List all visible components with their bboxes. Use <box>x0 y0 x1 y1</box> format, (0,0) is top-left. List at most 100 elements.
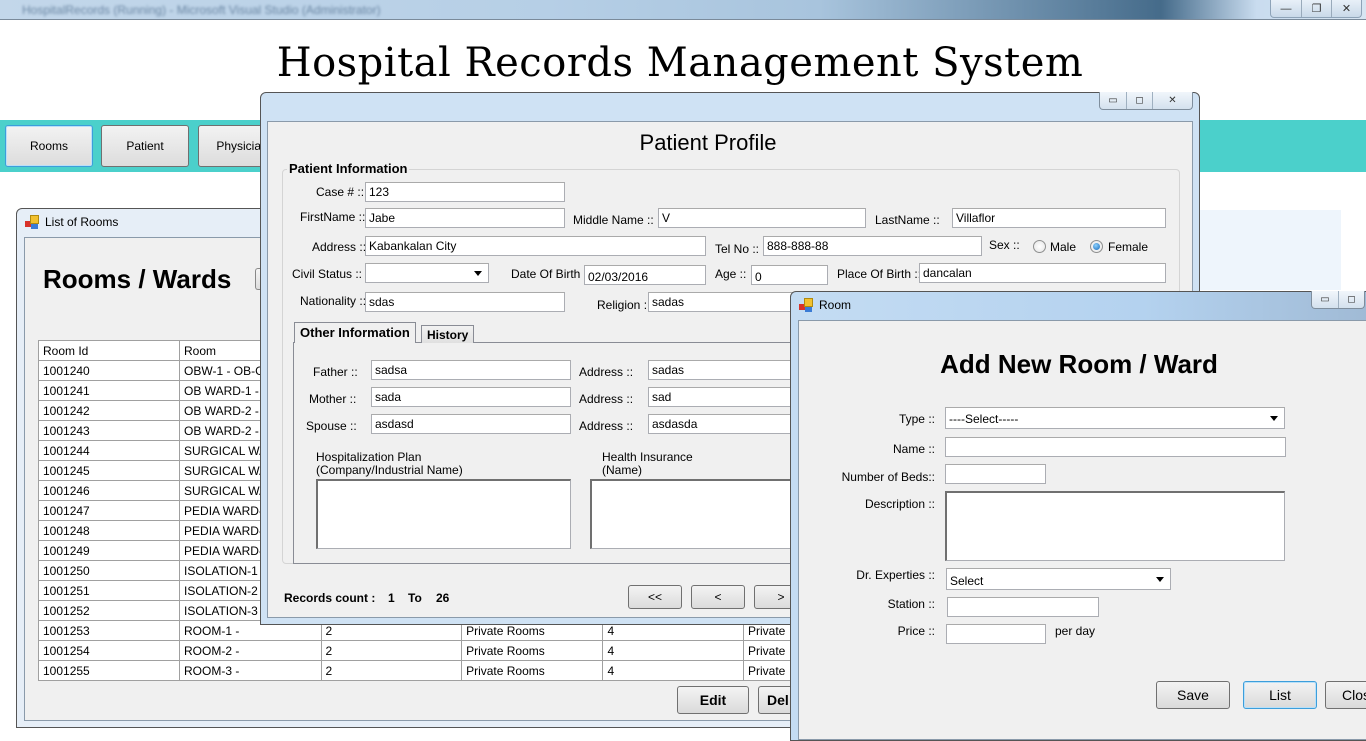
chevron-down-icon <box>474 271 482 276</box>
health-insurance-label: Health Insurance <box>602 450 693 464</box>
restore-icon[interactable]: ◻ <box>1126 92 1152 109</box>
table-cell: 1001252 <box>37 600 181 621</box>
table-cell: 1001253 <box>37 620 181 641</box>
case-field[interactable]: 123 <box>365 182 565 202</box>
hospitalization-plan-label: Hospitalization Plan <box>316 450 422 464</box>
station-label: Station :: <box>887 597 935 611</box>
pob-label: Place Of Birth :: <box>837 267 922 281</box>
middlename-field[interactable]: V <box>658 208 866 228</box>
sex-label: Sex :: <box>989 238 1020 252</box>
minimize-icon[interactable]: ▭ <box>1312 291 1338 308</box>
mother-address-field[interactable]: sad <box>648 387 808 407</box>
station-field[interactable] <box>947 597 1099 617</box>
telno-field[interactable]: 888-888-88 <box>763 236 982 256</box>
close-icon[interactable]: ✕ <box>1331 0 1361 17</box>
lastname-field[interactable]: Villaflor <box>952 208 1166 228</box>
father-field[interactable]: sadsa <box>371 360 571 380</box>
mother-field[interactable]: sada <box>371 387 571 407</box>
price-field[interactable] <box>946 624 1046 644</box>
male-label[interactable]: Male <box>1050 240 1076 254</box>
case-label: Case # :: <box>316 185 365 199</box>
hospitalization-plan-textarea[interactable] <box>316 479 571 549</box>
type-value: ----Select----- <box>949 412 1019 426</box>
table-cell: 1001243 <box>37 420 181 441</box>
os-window-controls: — ❐ ✕ <box>1270 0 1362 18</box>
religion-label: Religion :: <box>597 298 651 312</box>
table-cell: 1001250 <box>37 560 181 581</box>
address-field[interactable]: Kabankalan City <box>365 236 706 256</box>
edit-button[interactable]: Edit <box>677 686 749 714</box>
app-title: Hospital Records Management System <box>276 40 1084 86</box>
window-controls: ▭ ◻ <box>1311 291 1365 309</box>
column-header[interactable]: Room Id <box>37 340 181 361</box>
table-cell: Private <box>743 660 794 681</box>
window-titlebar: List of Rooms <box>25 215 118 229</box>
minimize-icon[interactable]: — <box>1271 0 1301 17</box>
table-cell: Private Rooms <box>461 660 604 681</box>
first-record-button[interactable]: << <box>628 585 682 609</box>
description-textarea[interactable] <box>945 491 1285 561</box>
table-cell: 1001247 <box>37 500 181 521</box>
table-row[interactable]: 1001255 ROOM-3 -2 Private Rooms 4 Private <box>37 660 794 681</box>
address-label: Address :: <box>312 240 367 254</box>
nav-patient-button[interactable]: Patient <box>101 125 189 167</box>
nationality-field[interactable]: sdas <box>365 292 565 312</box>
os-window-title: HospitalRecords (Running) - Microsoft Vi… <box>22 3 381 17</box>
window-title: List of Rooms <box>45 215 119 229</box>
name-field[interactable] <box>945 437 1286 457</box>
previous-record-button[interactable]: < <box>691 585 745 609</box>
spouse-address-field[interactable]: asdasda <box>648 414 808 434</box>
table-cell: 1001240 <box>37 360 181 381</box>
spouse-address-label: Address :: <box>579 419 634 433</box>
restore-icon[interactable]: ◻ <box>1338 291 1364 308</box>
spouse-field[interactable]: asdasd <box>371 414 571 434</box>
female-label[interactable]: Female <box>1108 240 1148 254</box>
list-button[interactable]: List <box>1243 681 1317 709</box>
table-cell: ROOM-2 - <box>179 640 322 661</box>
minimize-icon[interactable]: ▭ <box>1100 92 1126 109</box>
save-button[interactable]: Save <box>1156 681 1230 709</box>
tab-other-information[interactable]: Other Information <box>294 322 416 343</box>
expertise-label: Dr. Experties :: <box>856 568 935 582</box>
firstname-label: FirstName :: <box>300 210 366 224</box>
expertise-select[interactable]: Select <box>946 568 1171 590</box>
health-insurance-textarea[interactable] <box>590 479 810 549</box>
health-insurance-sublabel: (Name) <box>602 463 643 477</box>
age-field[interactable]: 0 <box>751 265 828 285</box>
religion-field[interactable]: sadas <box>648 292 808 312</box>
tab-history[interactable]: History <box>421 325 475 343</box>
pob-field[interactable]: dancalan <box>919 263 1166 283</box>
room-form-title: Add New Room / Ward <box>940 349 1218 379</box>
female-radio[interactable] <box>1090 240 1103 253</box>
table-cell: Private <box>743 640 794 661</box>
restore-icon[interactable]: ❐ <box>1301 0 1331 17</box>
type-select[interactable]: ----Select----- <box>945 407 1285 429</box>
records-from: 1 <box>388 591 395 605</box>
middlename-label: Middle Name :: <box>573 213 654 227</box>
close-icon[interactable]: ✕ <box>1152 92 1192 109</box>
lastname-label: LastName :: <box>875 213 940 227</box>
records-total: 26 <box>436 591 450 605</box>
firstname-field[interactable]: Jabe <box>365 208 565 228</box>
table-cell: 1001251 <box>37 580 181 601</box>
father-address-field[interactable]: sadas <box>648 360 808 380</box>
expertise-value: Select <box>950 574 984 588</box>
spouse-label: Spouse :: <box>306 419 357 433</box>
close-button[interactable]: Clos <box>1325 681 1366 709</box>
civil-status-select[interactable] <box>365 263 489 283</box>
beds-label: Number of Beds:: <box>841 470 935 484</box>
window-title: Room <box>819 298 852 312</box>
page-title: Patient Profile <box>639 130 777 155</box>
hospitalization-plan-sublabel: (Company/Industrial Name) <box>316 463 463 477</box>
room-form-body: Add New Room / Ward Type :: ----Select--… <box>798 320 1366 740</box>
dob-field[interactable]: 02/03/2016 <box>584 265 706 285</box>
rooms-heading: Rooms / Wards <box>43 264 232 294</box>
table-cell: 1001244 <box>37 440 181 461</box>
table-row[interactable]: 1001254 ROOM-2 -2 Private Rooms 4 Private <box>37 640 794 661</box>
male-radio[interactable] <box>1033 240 1046 253</box>
records-to-label: To <box>408 591 422 605</box>
nav-rooms-button[interactable]: Rooms <box>5 125 93 167</box>
beds-field[interactable] <box>945 464 1046 484</box>
table-cell: 2 <box>320 640 463 661</box>
father-label: Father :: <box>313 365 358 379</box>
